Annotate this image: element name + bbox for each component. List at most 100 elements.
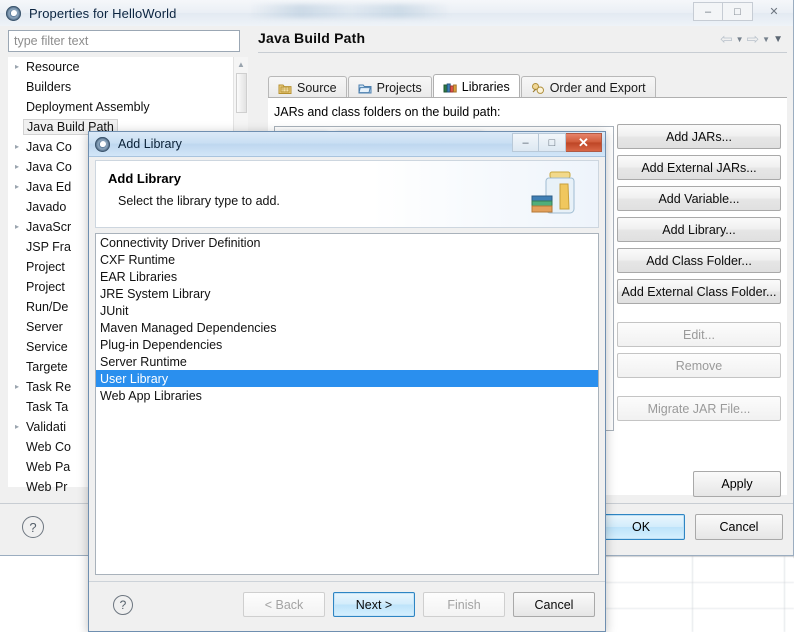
library-type-item[interactable]: CXF Runtime bbox=[96, 251, 598, 268]
scroll-up-icon[interactable]: ▲ bbox=[234, 57, 248, 72]
properties-titlebar[interactable]: Properties for HelloWorld – □ ✕ bbox=[0, 0, 793, 26]
add-library-titlebar[interactable]: Add Library – □ ✕ bbox=[89, 132, 605, 157]
add-library-heading: Add Library bbox=[108, 171, 181, 186]
tab-source[interactable]: Source bbox=[268, 76, 347, 99]
library-type-item[interactable]: Connectivity Driver Definition bbox=[96, 234, 598, 251]
chevron-right-icon[interactable]: ▸ bbox=[10, 423, 24, 431]
projects-folder-icon bbox=[357, 82, 372, 95]
background-spreadsheet-grid bbox=[600, 556, 794, 632]
order-export-icon bbox=[531, 82, 545, 95]
navigation-arrows[interactable]: ⇦ ▼ ⇨ ▼ ▼ bbox=[720, 30, 783, 48]
question-mark-icon[interactable]: ? bbox=[22, 516, 44, 538]
tree-item[interactable]: Deployment Assembly bbox=[8, 97, 248, 117]
library-type-item[interactable]: Maven Managed Dependencies bbox=[96, 319, 598, 336]
ok-button[interactable]: OK bbox=[597, 514, 685, 540]
library-type-item[interactable]: EAR Libraries bbox=[96, 268, 598, 285]
tab-projects[interactable]: Projects bbox=[347, 76, 432, 99]
tree-item[interactable]: Builders bbox=[8, 77, 248, 97]
tree-item-label: Java Co bbox=[26, 160, 72, 174]
eclipse-gear-icon bbox=[6, 5, 21, 21]
forward-chevron-down-icon[interactable]: ▼ bbox=[762, 35, 770, 44]
apply-row: Apply bbox=[693, 471, 781, 497]
chevron-right-icon[interactable]: ▸ bbox=[10, 163, 24, 171]
filter-input-box[interactable]: type filter text bbox=[8, 30, 240, 52]
maximize-button[interactable]: □ bbox=[723, 2, 753, 21]
tree-item-label: Java Ed bbox=[26, 180, 72, 194]
tab-libraries[interactable]: Libraries bbox=[432, 74, 520, 99]
add-external-jars-button[interactable]: Add External JARs... bbox=[617, 155, 781, 180]
question-mark-icon[interactable]: ? bbox=[113, 595, 133, 615]
chevron-right-icon[interactable]: ▸ bbox=[10, 223, 24, 231]
button-label: Add Class Folder... bbox=[646, 253, 752, 268]
add-external-class-folder-button[interactable]: Add External Class Folder... bbox=[617, 279, 781, 304]
tree-item[interactable]: ▸ Resource bbox=[8, 57, 248, 77]
chevron-right-icon[interactable]: ▸ bbox=[10, 63, 24, 71]
back-chevron-down-icon[interactable]: ▼ bbox=[736, 35, 744, 44]
add-jars-button[interactable]: Add JARs... bbox=[617, 124, 781, 149]
tree-item-label: Targete bbox=[26, 360, 68, 374]
library-type-item[interactable]: Web App Libraries bbox=[96, 387, 598, 404]
tree-item-label: Web Pr bbox=[26, 480, 68, 494]
add-class-folder-button[interactable]: Add Class Folder... bbox=[617, 248, 781, 273]
close-button[interactable]: ✕ bbox=[759, 2, 789, 21]
next-button[interactable]: Next > bbox=[333, 592, 415, 617]
tree-item-label: Resource bbox=[26, 60, 80, 74]
library-type-item[interactable]: JRE System Library bbox=[96, 285, 598, 302]
button-label: Remove bbox=[675, 358, 723, 373]
tree-item-label: Project bbox=[26, 280, 65, 294]
library-type-item[interactable]: Plug-in Dependencies bbox=[96, 336, 598, 353]
add-library-button[interactable]: Add Library... bbox=[617, 217, 781, 242]
build-path-tabs[interactable]: Source Projects Libraries Order and Export bbox=[268, 74, 657, 99]
remove-button: Remove bbox=[617, 353, 781, 378]
library-type-item[interactable]: JUnit bbox=[96, 302, 598, 319]
eclipse-gear-icon bbox=[95, 136, 110, 152]
minimize-button[interactable]: – bbox=[693, 2, 723, 21]
libraries-panel-label: JARs and class folders on the build path… bbox=[274, 105, 501, 119]
chevron-right-icon[interactable]: ▸ bbox=[10, 383, 24, 391]
cancel-button[interactable]: Cancel bbox=[513, 592, 595, 617]
add-library-subtitle: Select the library type to add. bbox=[118, 194, 280, 208]
apply-button[interactable]: Apply bbox=[693, 471, 781, 497]
edit-button: Edit... bbox=[617, 322, 781, 347]
library-type-list[interactable]: Connectivity Driver Definition CXF Runtim… bbox=[95, 233, 599, 575]
add-variable-button[interactable]: Add Variable... bbox=[617, 186, 781, 211]
button-label: Add Library... bbox=[662, 222, 736, 237]
tree-item-label: Validati bbox=[26, 420, 67, 434]
minimize-button[interactable]: – bbox=[512, 133, 539, 152]
add-library-footer-divider bbox=[89, 581, 605, 582]
properties-window-controls[interactable]: – □ ✕ bbox=[693, 2, 789, 21]
tree-item-label: JavaScr bbox=[26, 220, 72, 234]
tree-item-label: Web Pa bbox=[26, 460, 71, 474]
add-library-window-controls: – □ ✕ bbox=[512, 133, 602, 152]
finish-button: Finish bbox=[423, 592, 505, 617]
cancel-button[interactable]: Cancel bbox=[695, 514, 783, 540]
button-group-gap bbox=[617, 310, 781, 316]
back-button: < Back bbox=[243, 592, 325, 617]
library-type-item[interactable]: Server Runtime bbox=[96, 353, 598, 370]
button-group-gap bbox=[617, 384, 781, 390]
arrow-left-icon[interactable]: ⇦ bbox=[720, 30, 733, 48]
filter-placeholder: type filter text bbox=[14, 34, 89, 48]
button-label: Edit... bbox=[683, 327, 715, 342]
tree-item-label: JSP Fra bbox=[26, 240, 71, 254]
add-library-dialog: Add Library – □ ✕ Add Library Select the… bbox=[88, 131, 606, 632]
chevron-right-icon[interactable]: ▸ bbox=[10, 143, 24, 151]
tree-item-label: Project bbox=[26, 260, 65, 274]
tab-order-and-export[interactable]: Order and Export bbox=[520, 76, 656, 99]
chevron-right-icon[interactable]: ▸ bbox=[10, 183, 24, 191]
scrollbar-thumb[interactable] bbox=[236, 73, 247, 113]
tree-item-label: Java Co bbox=[26, 140, 72, 154]
libraries-books-icon bbox=[443, 81, 457, 94]
maximize-button[interactable]: □ bbox=[539, 133, 566, 152]
tab-label: Source bbox=[297, 81, 337, 95]
source-folder-icon bbox=[278, 82, 292, 95]
menu-chevron-down-icon[interactable]: ▼ bbox=[773, 34, 783, 45]
wizard-buttons: < Back Next > Finish Cancel bbox=[243, 592, 595, 617]
tab-label: Order and Export bbox=[549, 81, 646, 95]
library-type-item[interactable]: User Library bbox=[96, 370, 598, 387]
button-label: Add External Class Folder... bbox=[621, 284, 777, 299]
tree-item-label: Server bbox=[26, 320, 63, 334]
button-label: Migrate JAR File... bbox=[647, 401, 751, 416]
close-button[interactable]: ✕ bbox=[566, 133, 602, 152]
arrow-right-icon[interactable]: ⇨ bbox=[747, 30, 760, 48]
